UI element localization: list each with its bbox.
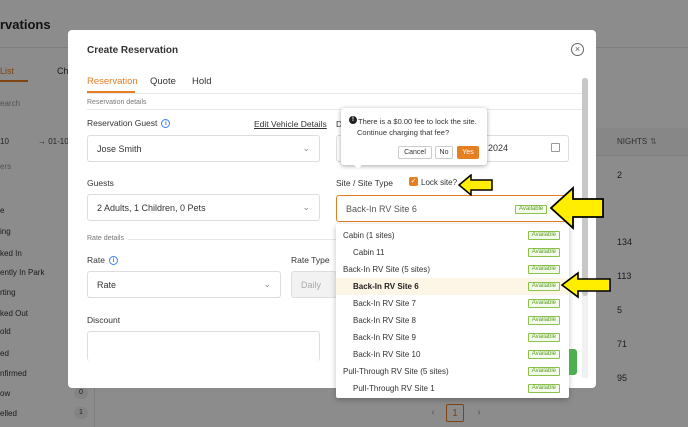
site-option-label: Back-In RV Site 7 <box>353 299 416 308</box>
lock-site-label: Lock site? <box>421 178 458 187</box>
annotation-arrow-icon <box>560 271 611 299</box>
site-option-label: Back-In RV Site 8 <box>353 316 416 325</box>
site-option-label: Pull-Through RV Site (5 sites) <box>343 367 449 376</box>
guest-select[interactable]: Jose Smith ⌄ <box>87 135 320 162</box>
available-badge: Available <box>527 333 560 342</box>
reservation-details-label: Reservation details <box>87 99 147 106</box>
info-icon[interactable]: i <box>161 119 171 128</box>
site-option[interactable]: Back-In RV Site 10 Available <box>336 346 569 363</box>
available-badge: Available <box>527 299 560 308</box>
site-select[interactable]: Back-In RV Site 6 Available <box>336 195 569 222</box>
chevron-down-icon: ⌄ <box>302 143 310 153</box>
tab-quote[interactable]: Quote <box>150 76 176 87</box>
discount-label: Discount <box>87 315 121 325</box>
guest-label-text: Reservation Guest <box>87 118 158 128</box>
guests-select[interactable]: 2 Adults, 1 Children, 0 Pets ⌄ <box>87 194 320 221</box>
rate-label: Rate i <box>87 255 118 265</box>
site-dropdown-list: Cabin (1 sites) Available Cabin 11 Availabl… <box>336 224 569 398</box>
site-option-label: Back-In RV Site 9 <box>353 333 416 342</box>
available-badge: Available <box>527 316 560 325</box>
available-badge: Available <box>527 265 560 274</box>
site-option[interactable]: Back-In RV Site 9 Available <box>336 329 569 346</box>
rate-select[interactable]: Rate ⌄ <box>87 271 281 298</box>
guests-value: 2 Adults, 1 Children, 0 Pets <box>97 203 206 213</box>
annotation-arrow-icon <box>549 186 604 230</box>
site-option[interactable]: Back-In RV Site 6 Available <box>336 278 569 295</box>
lock-site-confirm-popover: ! There is a $0.00 fee to lock the site.… <box>341 108 487 169</box>
available-badge: Available <box>527 384 560 393</box>
tab-reservation[interactable]: Reservation <box>87 76 138 87</box>
site-option-label: Cabin 11 <box>353 248 385 257</box>
popover-message: There is a $0.00 fee to lock the site. <box>358 117 477 126</box>
chevron-down-icon: ⌄ <box>263 279 271 289</box>
site-group-option[interactable]: Cabin (1 sites) Available <box>336 227 569 244</box>
site-option-label: Back-In RV Site 10 <box>353 350 421 359</box>
date-value: 2024 <box>488 143 509 153</box>
available-badge: Available <box>527 350 560 359</box>
annotation-arrow-icon <box>458 174 493 196</box>
tabs-divider <box>87 93 587 94</box>
available-badge: Available <box>527 231 560 240</box>
rate-type-label: Rate Type <box>291 255 330 265</box>
save-button[interactable] <box>569 349 577 375</box>
close-icon[interactable]: × <box>571 43 584 56</box>
guest-value: Jose Smith <box>97 144 142 154</box>
rate-label-text: Rate <box>87 255 105 265</box>
lock-site-checkbox[interactable]: ✓ <box>409 177 418 186</box>
site-option[interactable]: Pull-Through RV Site 1 Available <box>336 380 569 397</box>
section-divider <box>87 109 582 110</box>
chevron-down-icon: ⌄ <box>302 202 310 212</box>
info-icon[interactable]: i <box>108 256 118 265</box>
available-badge: Available <box>527 248 560 257</box>
available-badge: Available <box>515 205 548 214</box>
site-group-option[interactable]: Pull-Through RV Site (5 sites) Available <box>336 363 569 380</box>
modal-title: Create Reservation <box>87 45 179 56</box>
guest-label: Reservation Guest i <box>87 118 171 128</box>
exclamation-icon: ! <box>349 116 357 124</box>
site-value: Back-In RV Site 6 <box>346 204 417 214</box>
rate-details-label: Rate details <box>87 235 124 242</box>
rate-value: Rate <box>97 280 117 290</box>
site-option-label: Back-In RV Site 6 <box>353 282 419 291</box>
no-button[interactable]: No <box>435 146 453 159</box>
available-badge: Available <box>527 282 560 291</box>
yes-button[interactable]: Yes <box>457 146 479 159</box>
rate-type-value: Daily <box>301 280 322 290</box>
popover-question: Continue charging that fee? <box>357 128 450 137</box>
site-option-label: Pull-Through RV Site 1 <box>353 384 435 393</box>
site-option[interactable]: Back-In RV Site 8 Available <box>336 312 569 329</box>
section-divider <box>128 239 336 240</box>
calendar-icon[interactable] <box>551 143 560 152</box>
tab-hold[interactable]: Hold <box>192 76 212 87</box>
popover-arrow <box>353 164 363 169</box>
edit-vehicle-details-link[interactable]: Edit Vehicle Details <box>254 119 327 129</box>
discount-select[interactable] <box>87 331 320 361</box>
site-group-option[interactable]: Back-In RV Site (5 sites) Available <box>336 261 569 278</box>
site-option-label: Back-In RV Site (5 sites) <box>343 265 430 274</box>
guests-label: Guests <box>87 178 114 188</box>
available-badge: Available <box>527 367 560 376</box>
site-option[interactable]: Back-In RV Site 7 Available <box>336 295 569 312</box>
site-type-label: Site / Site Type <box>336 178 394 188</box>
rate-type-select: Daily <box>291 271 337 298</box>
cancel-button[interactable]: Cancel <box>398 146 432 159</box>
site-option[interactable]: Cabin 11 Available <box>336 244 569 261</box>
site-option-label: Cabin (1 sites) <box>343 231 395 240</box>
